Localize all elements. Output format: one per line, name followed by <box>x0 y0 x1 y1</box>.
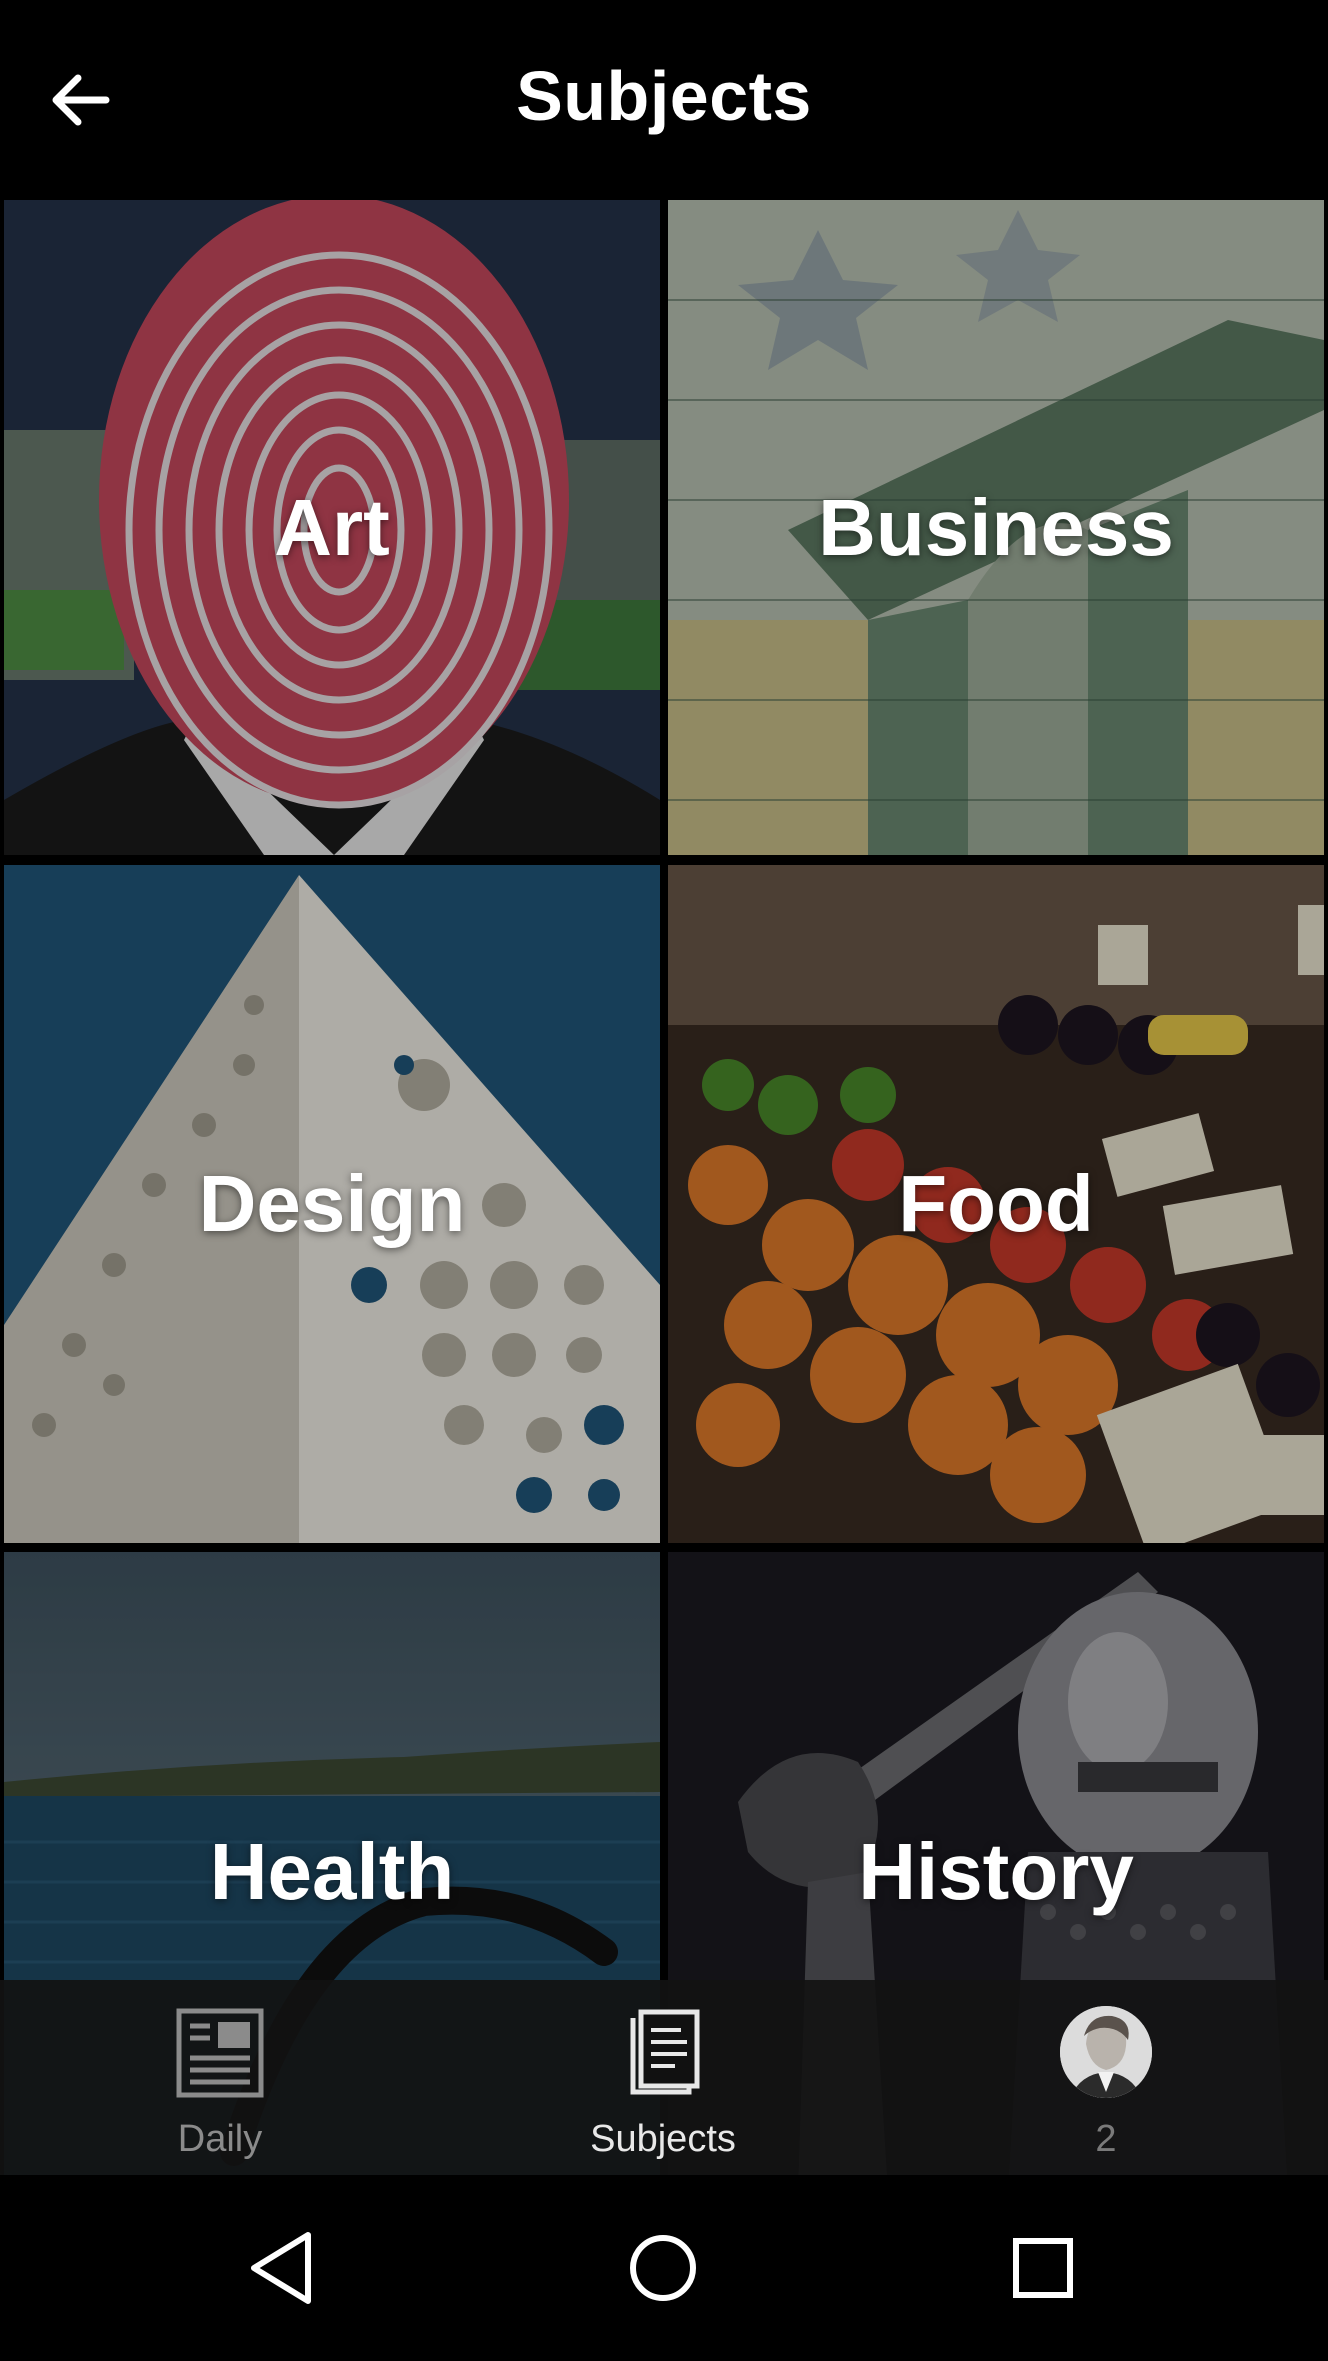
subject-label-history: History <box>858 1827 1134 1916</box>
book-icon <box>630 2009 700 2095</box>
subject-label-design: Design <box>198 1159 466 1248</box>
tab-profile[interactable]: 2 <box>956 1980 1256 2175</box>
header-bar: Subjects <box>0 0 1328 200</box>
tab-daily-label: Daily <box>177 2118 263 2160</box>
page-title: Subjects <box>516 57 812 135</box>
subject-tile-art[interactable]: Art <box>4 200 660 855</box>
tab-subjects[interactable]: Subjects <box>513 1980 813 2175</box>
user-photo-icon <box>1060 2006 1152 2098</box>
bottom-tab-bar: Daily Subjects 2 <box>0 1980 1328 2175</box>
subject-label-food: Food <box>898 1159 1094 1248</box>
triangle-back-icon[interactable] <box>238 2223 328 2313</box>
subject-label-art: Art <box>274 482 390 572</box>
tab-daily[interactable]: Daily <box>70 1980 370 2175</box>
system-nav-bar <box>0 2175 1328 2361</box>
circle-home-icon[interactable] <box>618 2223 708 2313</box>
tab-subjects-label: Subjects <box>590 2118 736 2160</box>
subject-label-business: Business <box>818 482 1174 572</box>
subjects-grid: Art Business Design Food Health History <box>0 200 1328 2192</box>
tab-profile-label: 2 <box>1095 2118 1117 2160</box>
subject-tile-business[interactable]: Business <box>668 200 1324 855</box>
avatar <box>1060 2006 1152 2098</box>
square-recents-icon[interactable] <box>998 2223 1088 2313</box>
subject-tile-design[interactable]: Design <box>4 865 660 1543</box>
subject-tile-food[interactable]: Food <box>668 865 1324 1543</box>
subject-label-health: Health <box>209 1827 455 1916</box>
newspaper-icon <box>176 2008 264 2098</box>
